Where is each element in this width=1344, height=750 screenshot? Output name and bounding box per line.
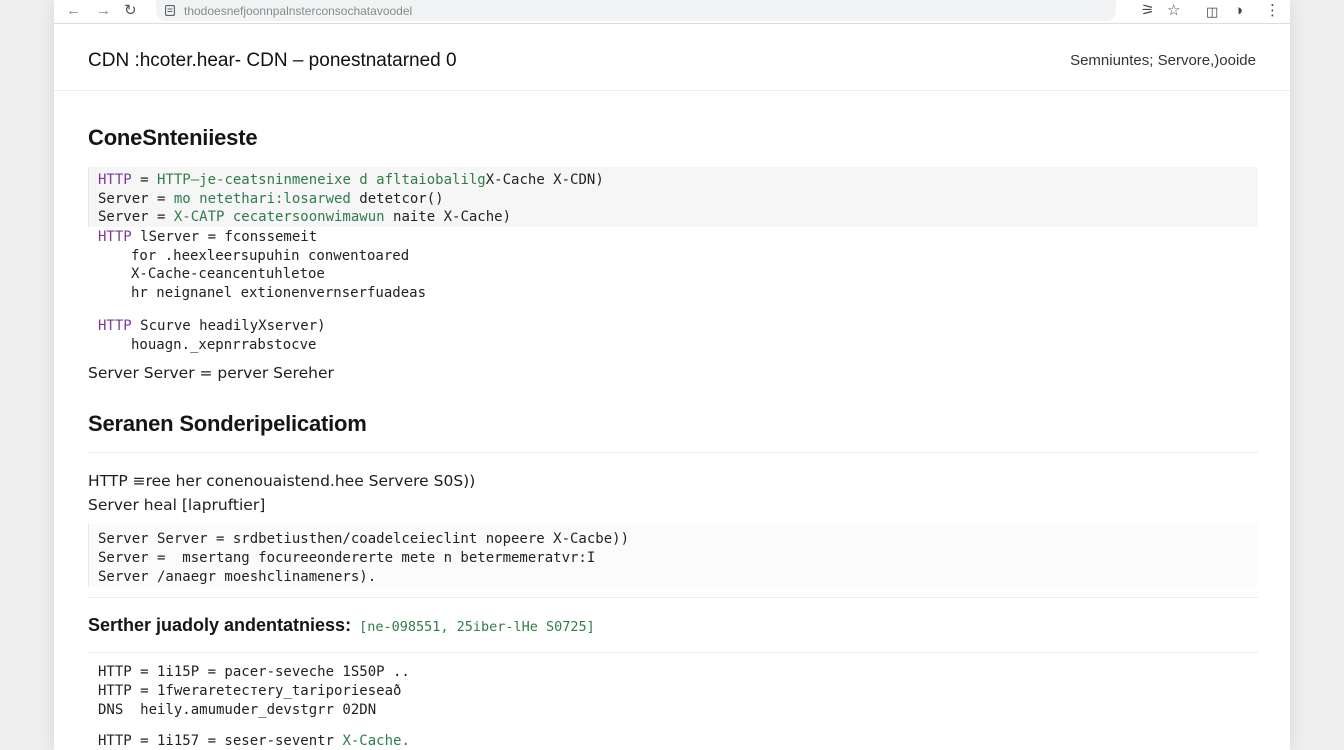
divider xyxy=(88,452,1258,453)
browser-window: ← → ↻ thodoesnefjoonnpalnsterconsochatav… xyxy=(54,0,1290,750)
code-line: HTTP = HTTP—je-ceatsninmeneixe d afltaio… xyxy=(98,172,604,188)
reload-icon[interactable]: ↻ xyxy=(124,2,137,20)
code-line: Server /anaegr moeshclinameners). xyxy=(98,569,377,585)
paragraph: HTTP ≡ree her conenouaistend.hee Servere… xyxy=(88,472,476,490)
menu-kebab-icon[interactable]: ⋮ xyxy=(1265,2,1280,20)
back-arrow-icon[interactable]: ← xyxy=(66,2,81,20)
code-line: hr neignanel extionenvernserfuadeas xyxy=(131,285,427,301)
code-line: HTTP = 1i15P = pacer-seveche 1S50P .. xyxy=(98,664,410,680)
code-line: HTTP lServer = fconssemeit xyxy=(98,229,318,245)
page-title: CDN :hcoter.hear- CDN – ponestnatarned 0 xyxy=(88,50,457,71)
paragraph: Server heal [lapruftier] xyxy=(88,496,266,514)
paragraph: Server Server = perver Sereher xyxy=(88,364,334,382)
code-line: Server Server = srdbetiusthen/coadelceie… xyxy=(98,531,630,547)
page-header: CDN :hcoter.hear- CDN – ponestnatarned 0… xyxy=(54,25,1290,91)
code-line: houagn._xepnrrabstocve xyxy=(131,337,317,353)
forward-arrow-icon[interactable]: → xyxy=(96,2,111,20)
section-title-1: ConeSnteniieste xyxy=(88,125,258,150)
subsection-title: Serther juadoly andentatniess: [ne-098551… xyxy=(88,615,595,635)
code-line: Server = mo netethari:losarwed detetcor(… xyxy=(98,191,444,207)
header-meta[interactable]: Semniuntes; Servore,)ooide xyxy=(1070,52,1256,69)
extensions-icon[interactable]: ⚞ xyxy=(1141,2,1154,20)
profile-icon[interactable]: ◑ xyxy=(1234,2,1243,20)
url-text[interactable]: thodoesnefjoonnpalnsterconsochatavoodel xyxy=(184,4,412,18)
subsection-tag: [ne-098551, 25iber-lHe S0725] xyxy=(359,619,595,635)
code-line: HTTP = 1fwerareteстery_tariporieseað xyxy=(98,683,402,699)
divider xyxy=(88,597,1258,598)
code-line: DNS heily.amumuder_devstgrr 02DN xyxy=(98,702,377,718)
code-line: Server = X-CATP cecatersoonwimawun naite… xyxy=(98,209,512,225)
divider xyxy=(88,652,1258,653)
browser-toolbar: ← → ↻ thodoesnefjoonnpalnsterconsochatav… xyxy=(54,0,1290,24)
code-line: HTTP Scurve headilyXserver) xyxy=(98,318,326,334)
bookmark-star-icon[interactable]: ☆ xyxy=(1167,2,1180,20)
sidepanel-icon[interactable]: ◫ xyxy=(1206,3,1218,21)
address-bar[interactable]: thodoesnefjoonnpalnsterconsochatavoodel xyxy=(156,0,1116,21)
section-title-2: Seranen Sonderipelicatiom xyxy=(88,411,367,436)
code-line: Server = msertang focureeondererte mete … xyxy=(98,550,596,566)
code-line: for .heexleersupuhin conwentoared xyxy=(131,248,410,264)
code-line: X-Cache-ceancentuhletoe xyxy=(131,266,325,282)
site-info-icon[interactable] xyxy=(165,5,175,16)
code-line: HTTP = 1i157 = seser-seventr X-Cache. xyxy=(98,733,410,749)
